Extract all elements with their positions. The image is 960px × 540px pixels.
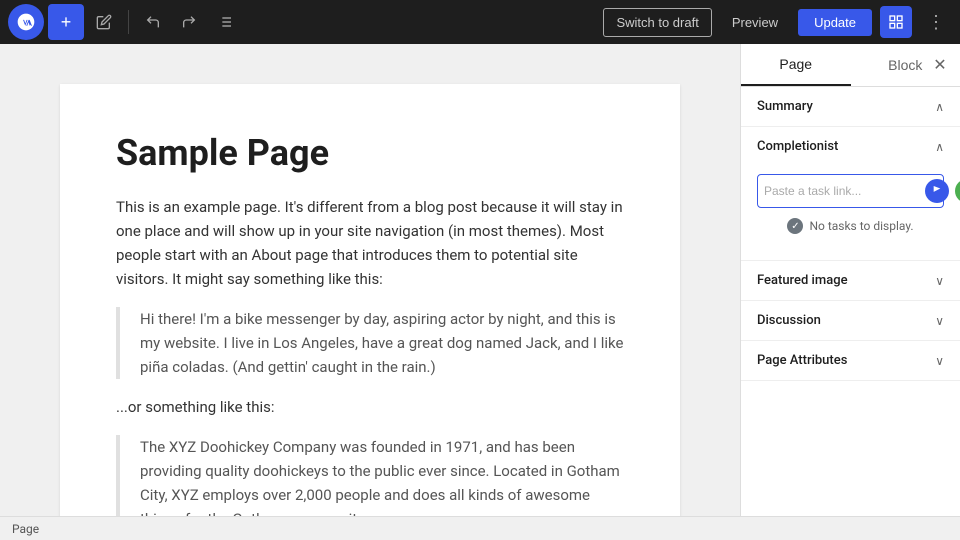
more-options-button[interactable]: ⋮ [920, 6, 952, 38]
completionist-add-button[interactable]: + [955, 179, 960, 203]
discussion-header[interactable]: Discussion ∨ [741, 301, 960, 340]
toolbar-right: Switch to draft Preview Update ⋮ [603, 6, 952, 38]
paragraph-2: ...or something like this: [116, 395, 624, 419]
blockquote-1: Hi there! I'm a bike messenger by day, a… [116, 307, 624, 379]
redo-button[interactable] [173, 6, 205, 38]
preview-button[interactable]: Preview [720, 9, 790, 36]
featured-image-header[interactable]: Featured image ∨ [741, 261, 960, 300]
add-block-button[interactable]: + [48, 4, 84, 40]
completionist-header[interactable]: Completionist ∧ [741, 127, 960, 166]
sidebar-content: Summary ∧ Completionist ∧ [741, 87, 960, 516]
completionist-flag-button[interactable] [925, 179, 949, 203]
main: Sample Page This is an example page. It'… [0, 44, 960, 516]
sidebar: Page Block ✕ Summary ∧ Completionist ∧ [740, 44, 960, 516]
completionist-input-row: + [757, 174, 944, 208]
editor-body: This is an example page. It's different … [116, 195, 624, 516]
discussion-section: Discussion ∨ [741, 301, 960, 341]
editor-area: Sample Page This is an example page. It'… [0, 44, 740, 516]
update-button[interactable]: Update [798, 9, 872, 36]
completionist-label: Completionist [757, 139, 838, 154]
completionist-chevron: ∧ [935, 140, 944, 154]
tab-page[interactable]: Page [741, 44, 851, 86]
no-tasks-text: No tasks to display. [809, 219, 913, 233]
divider1 [128, 10, 129, 34]
undo-button[interactable] [137, 6, 169, 38]
page-attributes-section: Page Attributes ∨ [741, 341, 960, 381]
blockquote-2: The XYZ Doohickey Company was founded in… [116, 435, 624, 516]
completionist-no-tasks: ✓ No tasks to display. [757, 208, 944, 244]
featured-image-label: Featured image [757, 273, 848, 288]
switch-draft-button[interactable]: Switch to draft [603, 8, 711, 37]
editor-content: Sample Page This is an example page. It'… [60, 84, 680, 516]
edit-button[interactable] [88, 6, 120, 38]
settings-button[interactable] [880, 6, 912, 38]
page-attributes-chevron: ∨ [935, 354, 944, 368]
list-view-button[interactable] [209, 6, 241, 38]
summary-chevron: ∧ [935, 100, 944, 114]
check-icon: ✓ [787, 218, 803, 234]
completionist-task-input[interactable] [764, 184, 919, 198]
page-title: Sample Page [116, 132, 624, 175]
page-attributes-header[interactable]: Page Attributes ∨ [741, 341, 960, 380]
discussion-label: Discussion [757, 313, 821, 328]
status-page-label: Page [12, 522, 39, 536]
summary-header[interactable]: Summary ∧ [741, 87, 960, 126]
sidebar-close-button[interactable]: ✕ [928, 53, 952, 77]
completionist-body: + ✓ No tasks to display. [741, 166, 960, 260]
featured-image-chevron: ∨ [935, 274, 944, 288]
summary-section: Summary ∧ [741, 87, 960, 127]
featured-image-section: Featured image ∨ [741, 261, 960, 301]
completionist-section: Completionist ∧ + ✓ [741, 127, 960, 261]
status-bar: Page [0, 516, 960, 540]
sidebar-tabs: Page Block ✕ [741, 44, 960, 87]
toolbar: + Switch to draft Preview Updat [0, 0, 960, 44]
summary-label: Summary [757, 99, 813, 114]
page-attributes-label: Page Attributes [757, 353, 847, 368]
discussion-chevron: ∨ [935, 314, 944, 328]
paragraph-1: This is an example page. It's different … [116, 195, 624, 291]
wp-logo[interactable] [8, 4, 44, 40]
